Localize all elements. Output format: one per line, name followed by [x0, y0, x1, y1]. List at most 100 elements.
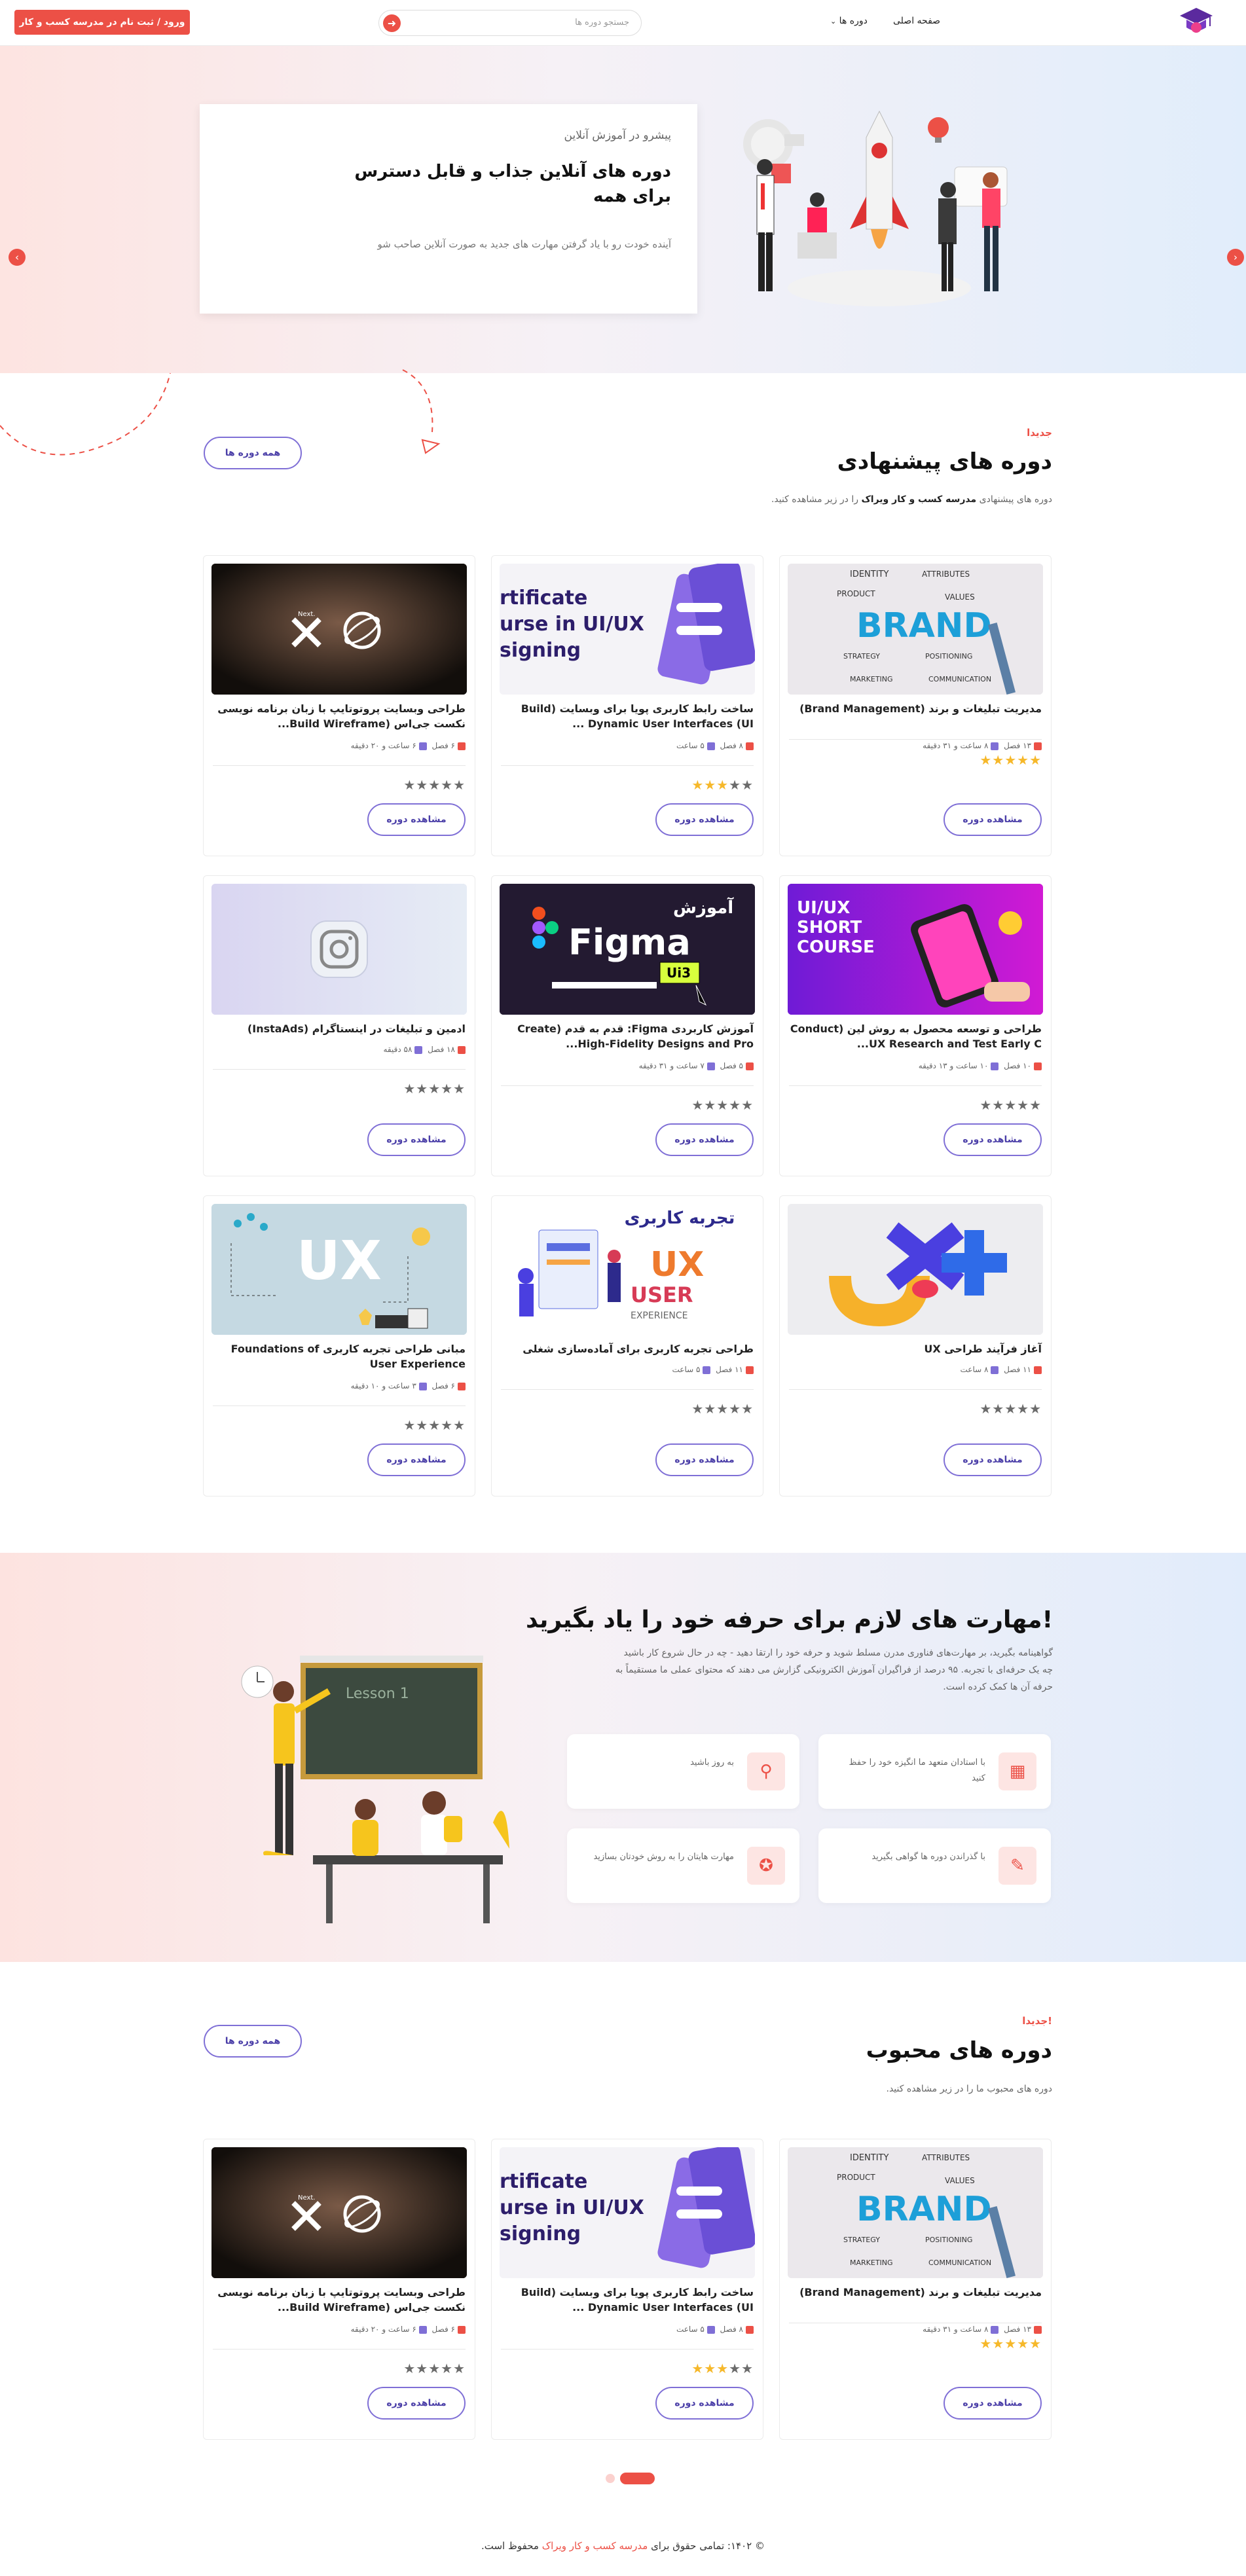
course-image-nextjs: Next.	[211, 2147, 467, 2278]
star-icon: ★	[1017, 1401, 1030, 1417]
search-submit-icon[interactable]: ➜	[383, 14, 401, 32]
svg-text:Figma: Figma	[568, 922, 691, 963]
view-course-button[interactable]: مشاهده دوره	[367, 803, 466, 836]
all-courses-button[interactable]: همه دوره ها	[204, 2025, 302, 2058]
star-icon: ★	[416, 1081, 429, 1097]
course-meta: ۶ فصل ۶ ساعت و ۲۰ دقیقه	[351, 2325, 466, 2334]
course-title[interactable]: ساخت رابط کاربری پویا برای وبسایت (Build…	[502, 2285, 754, 2315]
section-tag: جدیدا!	[1022, 2015, 1052, 2027]
carousel-pagination	[606, 2473, 655, 2484]
chapters-icon	[746, 1366, 754, 1374]
course-title[interactable]: ادمین و تبلیغات در اینستاگرام (InstaAds)	[213, 1021, 466, 1036]
skills-section: مهارت های لازم برای حرفه خود را یاد بگیر…	[0, 1553, 1246, 1962]
clock-icon	[991, 1366, 999, 1374]
search-box[interactable]: ➜ جستجو دوره ها	[378, 10, 642, 36]
svg-text:urse in UI/UX: urse in UI/UX	[500, 613, 644, 636]
star-icon: ★	[1004, 1401, 1017, 1417]
feature-text: با استادان متعهد ما انگیزه خود را حفظ کن…	[849, 1758, 985, 1783]
course-title[interactable]: طراحی وبسایت پروتوتایپ با زبان برنامه نو…	[213, 701, 466, 731]
course-card[interactable]: Next. طراحی وبسایت پروتوتایپ با زبان برن…	[203, 555, 475, 856]
nav-courses-menu[interactable]: ⌄ دوره ها	[830, 16, 868, 26]
hero-card: پیشرو در آموزش آنلاین دوره های آنلاین جذ…	[200, 104, 697, 314]
course-duration: ۶ ساعت و ۲۰ دقیقه	[350, 2325, 416, 2334]
star-icon: ★	[716, 1401, 729, 1417]
course-meta: ۸ فصل ۵ ساعت	[676, 2325, 754, 2334]
brand-image-graphic: IDENTITY ATTRIBUTES PRODUCT VALUES BRAND…	[788, 2147, 1043, 2278]
course-chapters: ۱۱ فصل	[1004, 1365, 1031, 1374]
login-register-button[interactable]: ورود / ثبت نام در مدرسه کسب و کار	[14, 10, 190, 35]
course-chapters: ۱۳ فصل	[1004, 741, 1031, 750]
course-card[interactable]: ادمین و تبلیغات در اینستاگرام (InstaAds)…	[203, 875, 475, 1176]
svg-text:COMMUNICATION: COMMUNICATION	[928, 675, 991, 683]
site-logo[interactable]	[1179, 5, 1214, 41]
view-course-button[interactable]: مشاهده دوره	[655, 1443, 754, 1476]
rating-stars: ★★★★★	[980, 1401, 1042, 1417]
view-course-button[interactable]: مشاهده دوره	[367, 1443, 466, 1476]
view-course-button[interactable]: مشاهده دوره	[367, 1123, 466, 1156]
course-chapters: ۱۰ فصل	[1004, 1061, 1031, 1070]
clock-icon	[414, 1045, 423, 1054]
card-divider	[213, 765, 466, 766]
course-duration: ۸ ساعت و ۳۱ دقیقه	[923, 2325, 989, 2334]
view-course-button[interactable]: مشاهده دوره	[944, 803, 1042, 836]
section-tag: جدیدا	[1027, 427, 1052, 439]
course-image-nextjs: Next.	[211, 564, 467, 695]
course-title[interactable]: طراحی وبسایت پروتوتایپ با زبان برنامه نو…	[213, 2285, 466, 2315]
footer-copyright: © ۱۴۰۲: تمامی حقوق برای مدرسه کسب و کار …	[0, 2540, 1246, 2552]
course-card[interactable]: rtificate urse in UI/UX signing ساخت راب…	[491, 555, 763, 856]
course-title[interactable]: آغاز فرآیند طراحی UX	[790, 1341, 1042, 1356]
star-icon: ★	[729, 777, 742, 793]
badge-icon: ✪	[747, 1847, 785, 1885]
star-icon: ★	[428, 2361, 441, 2376]
course-card[interactable]: آغاز فرآیند طراحی UX ۱۱ فصل ۸ ساعت ★★★★★…	[779, 1195, 1052, 1497]
feature-text: مهارت هایتان را به روش خودتان بسازید	[593, 1852, 734, 1862]
course-title[interactable]: آموزش کاربردی Figma: قدم به قدم (Create …	[502, 1021, 754, 1051]
view-course-button[interactable]: مشاهده دوره	[655, 803, 754, 836]
search-input[interactable]: جستجو دوره ها	[575, 18, 629, 27]
star-icon: ★	[403, 1081, 416, 1097]
svg-text:STRATEGY: STRATEGY	[843, 2236, 880, 2244]
course-card[interactable]: UI/UX SHORT COURSE طراحی و توسعه محصول ب…	[779, 875, 1052, 1176]
svg-text:Next.: Next.	[298, 2194, 315, 2202]
view-course-button[interactable]: مشاهده دوره	[944, 1443, 1042, 1476]
course-image-brand: IDENTITY ATTRIBUTES PRODUCT VALUES BRAND…	[788, 564, 1043, 695]
course-title[interactable]: ساخت رابط کاربری پویا برای وبسایت (Build…	[502, 701, 754, 731]
all-courses-button[interactable]: همه دوره ها	[204, 437, 302, 469]
pagination-dot-active[interactable]	[620, 2473, 655, 2484]
svg-text:IDENTITY: IDENTITY	[850, 2153, 889, 2163]
course-title[interactable]: طراحی و توسعه محصول به روش لین (Conduct …	[790, 1021, 1042, 1051]
view-course-button[interactable]: مشاهده دوره	[655, 1123, 754, 1156]
view-course-button[interactable]: مشاهده دوره	[367, 2387, 466, 2420]
svg-text:EXPERIENCE: EXPERIENCE	[631, 1311, 688, 1321]
slider-next-arrow-icon[interactable]: ›	[1227, 249, 1244, 266]
course-card[interactable]: UX مبانی طراحی تجربه کاربری Foundations …	[203, 1195, 475, 1497]
star-icon: ★	[980, 1097, 993, 1113]
course-title[interactable]: مدیریت تبلیغات و برند (Brand Management)	[790, 2285, 1042, 2300]
rating-stars: ★★★★★	[980, 1097, 1042, 1113]
desc-prefix: دوره های پیشنهادی	[979, 494, 1052, 505]
course-title[interactable]: مدیریت تبلیغات و برند (Brand Management)	[790, 701, 1042, 716]
course-title[interactable]: طراحی تجربه کاربری برای آماده‌سازی شغلی	[502, 1341, 754, 1356]
footer-brand-link[interactable]: مدرسه کسب و کار ویراک	[542, 2540, 648, 2552]
course-chapters: ۶ فصل	[431, 1381, 456, 1390]
view-course-button[interactable]: مشاهده دوره	[944, 1123, 1042, 1156]
course-card[interactable]: rtificate urse in UI/UX signing ساخت راب…	[491, 2139, 763, 2440]
course-card[interactable]: IDENTITY ATTRIBUTES PRODUCT VALUES BRAND…	[779, 555, 1052, 856]
course-card[interactable]: Next. طراحی وبسایت پروتوتایپ با زبان برن…	[203, 2139, 475, 2440]
slider-prev-arrow-icon[interactable]: ‹	[9, 249, 26, 266]
clock-icon	[418, 1382, 427, 1390]
view-course-button[interactable]: مشاهده دوره	[944, 2387, 1042, 2420]
rating-stars: ★★★★★	[691, 2361, 754, 2376]
chevron-down-icon: ⌄	[830, 17, 837, 26]
course-card[interactable]: IDENTITY ATTRIBUTES PRODUCT VALUES BRAND…	[779, 2139, 1052, 2440]
star-icon: ★	[1004, 1097, 1017, 1113]
star-icon: ★	[441, 777, 454, 793]
course-card[interactable]: آموزش Figma Ui3 آموزش کاربردی Figma: قدم…	[491, 875, 763, 1176]
view-course-button[interactable]: مشاهده دوره	[655, 2387, 754, 2420]
star-icon: ★	[1004, 2336, 1017, 2351]
pagination-dot[interactable]	[606, 2474, 615, 2483]
nav-home-link[interactable]: صفحه اصلی	[893, 16, 940, 26]
hero-title: دوره های آنلاین جذاب و قابل دسترس برای ه…	[354, 162, 671, 206]
course-card[interactable]: تجربه کاربری UX USER EXPERIENCE طراحی تج…	[491, 1195, 763, 1497]
course-title[interactable]: مبانی طراحی تجربه کاربری Foundations of …	[213, 1341, 466, 1371]
